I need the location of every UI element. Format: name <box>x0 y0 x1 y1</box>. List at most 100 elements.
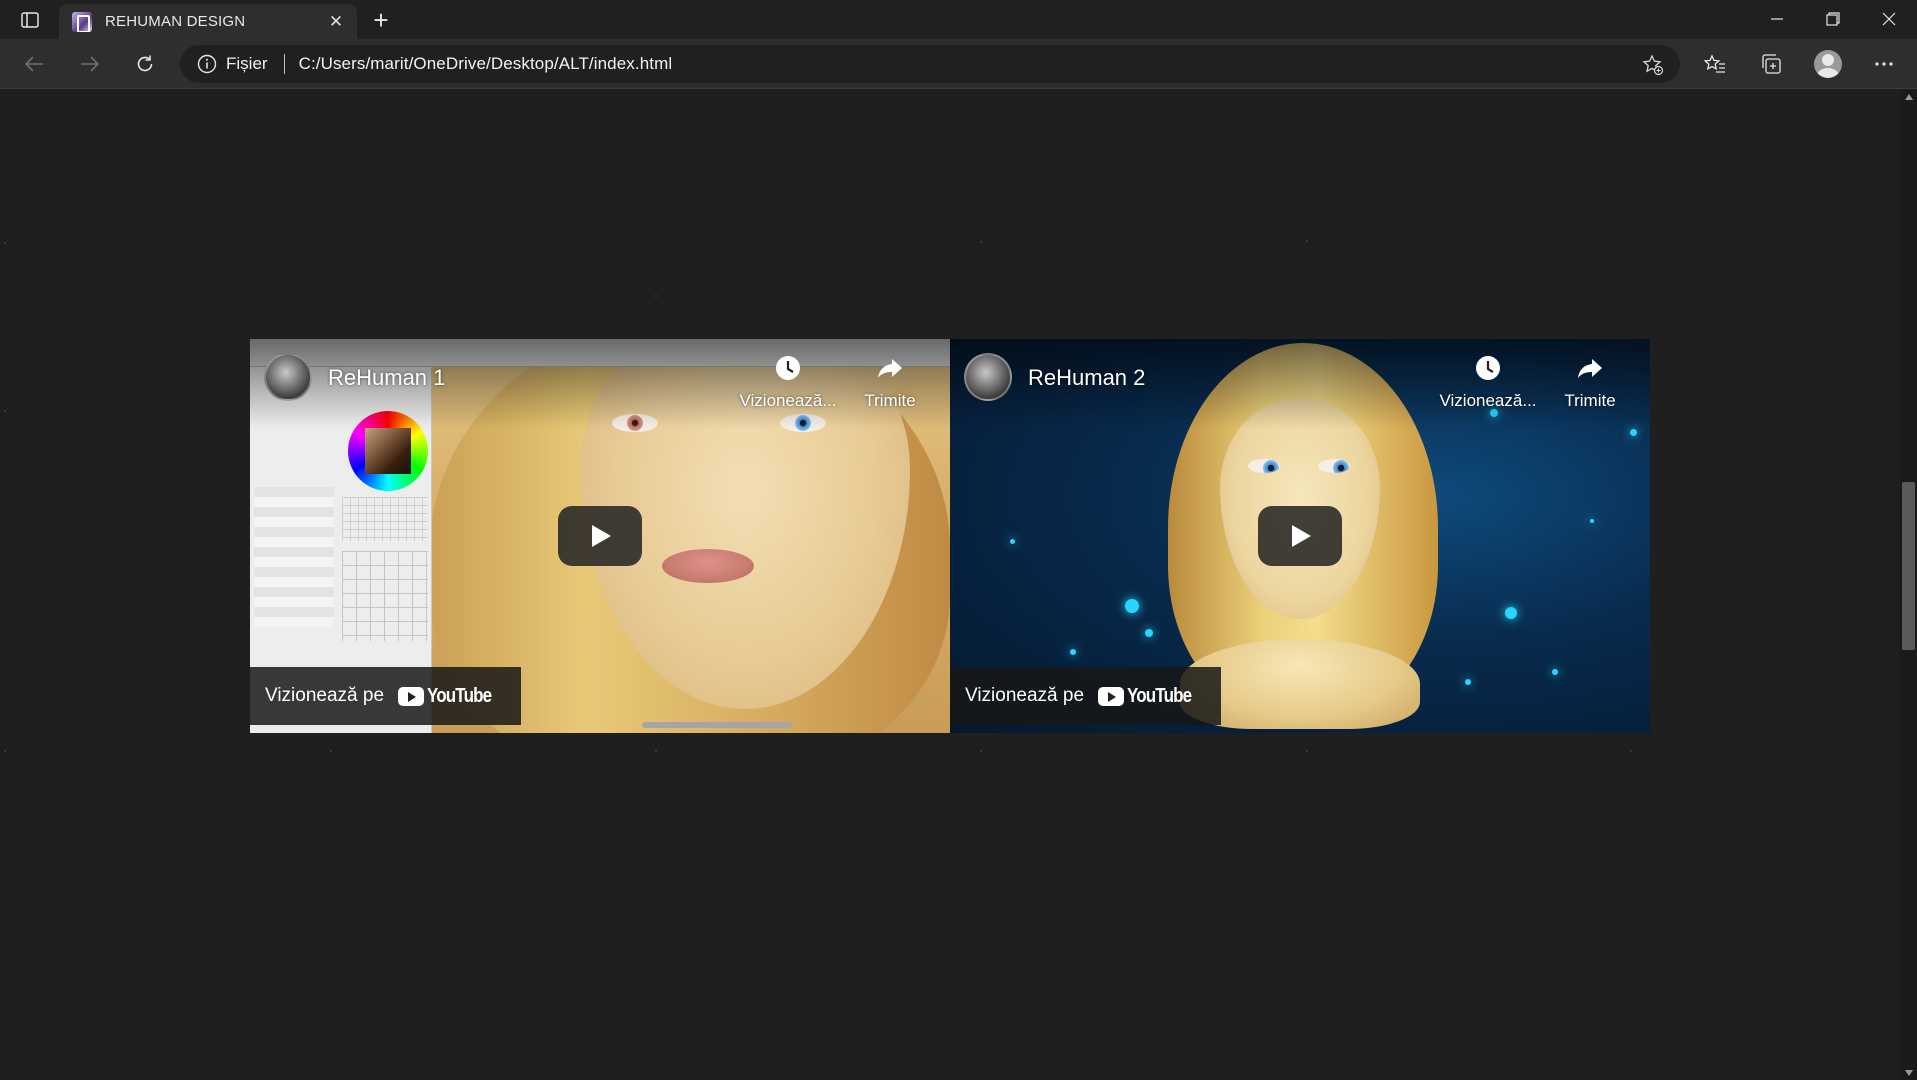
tab-actions-icon <box>21 12 39 28</box>
plus-icon: + <box>373 4 389 35</box>
background-star <box>655 750 657 752</box>
address-separator <box>283 54 285 74</box>
close-window-icon <box>1882 12 1896 26</box>
tab-title: REHUMAN DESIGN <box>105 13 246 30</box>
paint-app-scrollbar <box>642 722 792 728</box>
watch-later-button[interactable]: Vizionează... <box>738 353 838 411</box>
bokeh-dot <box>1552 669 1558 675</box>
back-button[interactable] <box>18 48 50 80</box>
clock-icon <box>1476 356 1500 380</box>
share-button[interactable]: Trimite <box>1540 353 1640 411</box>
youtube-play-icon <box>398 686 425 706</box>
bokeh-dot <box>1505 607 1517 619</box>
video-title[interactable]: ReHuman 1 <box>328 365 445 391</box>
scroll-thumb[interactable] <box>1902 482 1915 650</box>
site-origin-label[interactable]: Fișier <box>226 54 268 74</box>
clock-icon <box>776 356 800 380</box>
address-bar[interactable]: Fișier C:/Users/marit/OneDrive/Desktop/A… <box>180 45 1680 83</box>
bokeh-dot <box>1070 649 1076 655</box>
watch-on-youtube-button[interactable]: Vizionează pe YouTube <box>250 667 521 725</box>
refresh-icon <box>137 55 153 72</box>
share-label: Trimite <box>864 391 916 410</box>
youtube-logo: YouTube <box>398 685 503 708</box>
video-embed-rehuman-2[interactable]: ReHuman 2 Vizionează... Trimite Vizionea… <box>950 339 1650 733</box>
watch-on-label: Vizionează pe <box>965 685 1085 706</box>
background-star <box>980 241 982 243</box>
background-star <box>655 295 657 297</box>
share-label: Trimite <box>1564 391 1616 410</box>
settings-more-button[interactable] <box>1868 48 1900 80</box>
page-scrollbar[interactable] <box>1900 90 1917 1080</box>
video-embed-rehuman-1[interactable]: ReHuman 1 Vizionează... Trimite Vizionea… <box>250 339 950 733</box>
play-button[interactable] <box>1258 506 1342 566</box>
navigation-toolbar: Fișier C:/Users/marit/OneDrive/Desktop/A… <box>0 39 1917 89</box>
minimize-icon <box>1771 18 1783 20</box>
collections-button[interactable] <box>1755 48 1787 80</box>
scroll-up-button[interactable] <box>1900 90 1917 104</box>
painting-eye-right <box>1318 459 1350 473</box>
bokeh-dot <box>1145 629 1153 637</box>
youtube-wordmark: YouTube <box>1127 684 1192 707</box>
profile-avatar-button[interactable] <box>1814 50 1842 78</box>
play-icon <box>592 525 611 547</box>
restore-icon <box>1826 12 1840 26</box>
site-info-icon[interactable] <box>196 53 218 75</box>
background-star <box>4 410 6 412</box>
add-favorite-button[interactable] <box>1640 52 1666 78</box>
close-tab-button[interactable]: ✕ <box>325 11 347 33</box>
watch-later-label: Vizionează... <box>739 391 837 410</box>
background-star <box>1306 750 1308 752</box>
star-add-icon <box>1642 54 1664 76</box>
more-dots-icon <box>1875 62 1893 66</box>
tab-actions-menu-button[interactable] <box>14 8 46 32</box>
painting-eye-left <box>1248 459 1280 473</box>
play-icon <box>1292 525 1311 547</box>
video-title[interactable]: ReHuman 2 <box>1028 365 1145 391</box>
triangle-up-icon <box>1904 94 1913 100</box>
watch-on-youtube-button[interactable]: Vizionează pe YouTube <box>950 667 1221 725</box>
background-star <box>1630 750 1632 752</box>
refresh-button[interactable] <box>129 48 161 80</box>
background-star <box>1306 240 1308 242</box>
close-window-button[interactable] <box>1861 0 1917 38</box>
site-favicon-icon <box>72 11 92 32</box>
url-text[interactable]: C:/Users/marit/OneDrive/Desktop/ALT/inde… <box>299 54 673 74</box>
bokeh-dot <box>1630 429 1637 436</box>
bokeh-dot <box>1465 679 1471 685</box>
close-icon: ✕ <box>328 12 344 31</box>
tool-palette <box>342 551 428 641</box>
watch-later-label: Vizionează... <box>1439 391 1537 410</box>
arrow-left-icon <box>24 56 43 72</box>
arrow-right-icon <box>81 56 100 72</box>
channel-avatar[interactable] <box>964 353 1012 401</box>
collections-icon <box>1762 54 1781 74</box>
youtube-play-icon <box>1098 686 1125 706</box>
triangle-down-icon <box>1904 1070 1913 1076</box>
bokeh-dot <box>1125 599 1139 613</box>
watch-on-label: Vizionează pe <box>265 685 385 706</box>
channel-avatar[interactable] <box>264 353 312 401</box>
restore-window-button[interactable] <box>1805 0 1861 38</box>
tab-rehuman-design[interactable]: REHUMAN DESIGN ✕ <box>59 4 357 39</box>
favorites-list-icon <box>1704 54 1725 73</box>
minimize-window-button[interactable] <box>1749 0 1805 38</box>
layer-list <box>254 487 334 627</box>
share-button[interactable]: Trimite <box>840 353 940 411</box>
tab-strip: REHUMAN DESIGN ✕ + <box>0 0 1917 39</box>
play-button[interactable] <box>558 506 642 566</box>
favorites-button[interactable] <box>1699 48 1731 80</box>
bokeh-dot <box>1010 539 1015 544</box>
share-arrow-icon <box>878 359 902 378</box>
youtube-wordmark: YouTube <box>427 684 492 707</box>
painting-lips <box>662 549 754 583</box>
background-star <box>330 750 332 752</box>
background-star <box>980 750 982 752</box>
bokeh-dot <box>1590 519 1594 523</box>
background-star <box>4 242 6 244</box>
watch-later-button[interactable]: Vizionează... <box>1438 353 1538 411</box>
new-tab-button[interactable]: + <box>367 4 395 35</box>
youtube-logo: YouTube <box>1098 685 1203 708</box>
scroll-down-button[interactable] <box>1900 1066 1917 1080</box>
swatch-grid <box>342 497 428 541</box>
forward-button[interactable] <box>74 48 106 80</box>
